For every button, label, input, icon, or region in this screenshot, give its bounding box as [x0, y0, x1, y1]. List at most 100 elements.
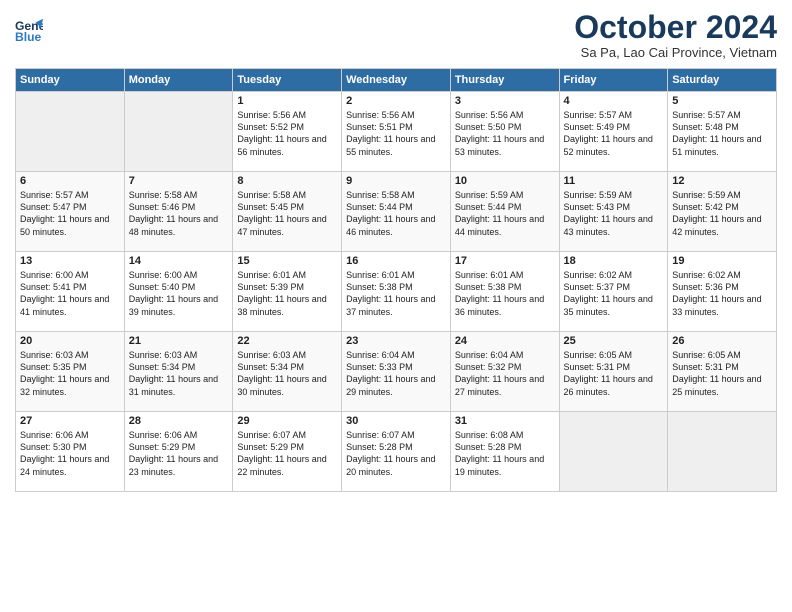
day-number: 9 [346, 175, 446, 187]
cell-info: Sunrise: 5:56 AMSunset: 5:52 PMDaylight:… [237, 109, 337, 158]
cell-info: Sunrise: 6:00 AMSunset: 5:40 PMDaylight:… [129, 269, 229, 318]
calendar-cell: 27 Sunrise: 6:06 AMSunset: 5:30 PMDaylig… [16, 412, 125, 492]
day-number: 26 [672, 335, 772, 347]
cell-info: Sunrise: 5:57 AMSunset: 5:49 PMDaylight:… [564, 109, 664, 158]
calendar-cell: 9 Sunrise: 5:58 AMSunset: 5:44 PMDayligh… [342, 172, 451, 252]
location-subtitle: Sa Pa, Lao Cai Province, Vietnam [574, 45, 777, 60]
day-number: 18 [564, 255, 664, 267]
weekday-header-monday: Monday [124, 69, 233, 92]
day-number: 10 [455, 175, 555, 187]
cell-info: Sunrise: 6:05 AMSunset: 5:31 PMDaylight:… [672, 349, 772, 398]
day-number: 28 [129, 415, 229, 427]
day-number: 1 [237, 95, 337, 107]
cell-info: Sunrise: 6:01 AMSunset: 5:38 PMDaylight:… [455, 269, 555, 318]
calendar-cell: 31 Sunrise: 6:08 AMSunset: 5:28 PMDaylig… [450, 412, 559, 492]
cell-info: Sunrise: 5:56 AMSunset: 5:50 PMDaylight:… [455, 109, 555, 158]
cell-info: Sunrise: 6:07 AMSunset: 5:28 PMDaylight:… [346, 429, 446, 478]
month-title: October 2024 [574, 10, 777, 45]
cell-info: Sunrise: 5:59 AMSunset: 5:44 PMDaylight:… [455, 189, 555, 238]
cell-info: Sunrise: 6:02 AMSunset: 5:36 PMDaylight:… [672, 269, 772, 318]
cell-info: Sunrise: 6:08 AMSunset: 5:28 PMDaylight:… [455, 429, 555, 478]
day-number: 20 [20, 335, 120, 347]
calendar-cell: 2 Sunrise: 5:56 AMSunset: 5:51 PMDayligh… [342, 92, 451, 172]
cell-info: Sunrise: 6:04 AMSunset: 5:33 PMDaylight:… [346, 349, 446, 398]
cell-info: Sunrise: 5:57 AMSunset: 5:48 PMDaylight:… [672, 109, 772, 158]
calendar-cell: 3 Sunrise: 5:56 AMSunset: 5:50 PMDayligh… [450, 92, 559, 172]
cell-info: Sunrise: 6:06 AMSunset: 5:30 PMDaylight:… [20, 429, 120, 478]
calendar-table: SundayMondayTuesdayWednesdayThursdayFrid… [15, 68, 777, 492]
calendar-week-3: 13 Sunrise: 6:00 AMSunset: 5:41 PMDaylig… [16, 252, 777, 332]
day-number: 5 [672, 95, 772, 107]
weekday-header-saturday: Saturday [668, 69, 777, 92]
day-number: 7 [129, 175, 229, 187]
calendar-cell: 8 Sunrise: 5:58 AMSunset: 5:45 PMDayligh… [233, 172, 342, 252]
calendar-cell: 15 Sunrise: 6:01 AMSunset: 5:39 PMDaylig… [233, 252, 342, 332]
cell-info: Sunrise: 5:59 AMSunset: 5:42 PMDaylight:… [672, 189, 772, 238]
logo-icon: General Blue [15, 15, 43, 43]
weekday-header-tuesday: Tuesday [233, 69, 342, 92]
cell-info: Sunrise: 6:02 AMSunset: 5:37 PMDaylight:… [564, 269, 664, 318]
cell-info: Sunrise: 6:00 AMSunset: 5:41 PMDaylight:… [20, 269, 120, 318]
calendar-cell: 20 Sunrise: 6:03 AMSunset: 5:35 PMDaylig… [16, 332, 125, 412]
calendar-cell [16, 92, 125, 172]
calendar-cell: 19 Sunrise: 6:02 AMSunset: 5:36 PMDaylig… [668, 252, 777, 332]
calendar-cell: 24 Sunrise: 6:04 AMSunset: 5:32 PMDaylig… [450, 332, 559, 412]
day-number: 15 [237, 255, 337, 267]
day-number: 6 [20, 175, 120, 187]
calendar-cell: 26 Sunrise: 6:05 AMSunset: 5:31 PMDaylig… [668, 332, 777, 412]
calendar-cell: 4 Sunrise: 5:57 AMSunset: 5:49 PMDayligh… [559, 92, 668, 172]
weekday-header-wednesday: Wednesday [342, 69, 451, 92]
calendar-cell: 21 Sunrise: 6:03 AMSunset: 5:34 PMDaylig… [124, 332, 233, 412]
title-block: October 2024 Sa Pa, Lao Cai Province, Vi… [574, 10, 777, 60]
cell-info: Sunrise: 5:58 AMSunset: 5:44 PMDaylight:… [346, 189, 446, 238]
cell-info: Sunrise: 6:03 AMSunset: 5:34 PMDaylight:… [129, 349, 229, 398]
calendar-cell: 28 Sunrise: 6:06 AMSunset: 5:29 PMDaylig… [124, 412, 233, 492]
cell-info: Sunrise: 6:03 AMSunset: 5:35 PMDaylight:… [20, 349, 120, 398]
day-number: 21 [129, 335, 229, 347]
weekday-header-friday: Friday [559, 69, 668, 92]
day-number: 11 [564, 175, 664, 187]
logo: General Blue [15, 15, 46, 43]
cell-info: Sunrise: 5:56 AMSunset: 5:51 PMDaylight:… [346, 109, 446, 158]
calendar-cell: 14 Sunrise: 6:00 AMSunset: 5:40 PMDaylig… [124, 252, 233, 332]
calendar-cell [559, 412, 668, 492]
day-number: 13 [20, 255, 120, 267]
calendar-cell: 11 Sunrise: 5:59 AMSunset: 5:43 PMDaylig… [559, 172, 668, 252]
calendar-cell: 12 Sunrise: 5:59 AMSunset: 5:42 PMDaylig… [668, 172, 777, 252]
calendar-week-1: 1 Sunrise: 5:56 AMSunset: 5:52 PMDayligh… [16, 92, 777, 172]
calendar-cell: 29 Sunrise: 6:07 AMSunset: 5:29 PMDaylig… [233, 412, 342, 492]
calendar-cell: 7 Sunrise: 5:58 AMSunset: 5:46 PMDayligh… [124, 172, 233, 252]
day-number: 22 [237, 335, 337, 347]
calendar-week-2: 6 Sunrise: 5:57 AMSunset: 5:47 PMDayligh… [16, 172, 777, 252]
page-header: General Blue October 2024 Sa Pa, Lao Cai… [15, 10, 777, 60]
cell-info: Sunrise: 6:05 AMSunset: 5:31 PMDaylight:… [564, 349, 664, 398]
calendar-cell: 18 Sunrise: 6:02 AMSunset: 5:37 PMDaylig… [559, 252, 668, 332]
day-number: 30 [346, 415, 446, 427]
cell-info: Sunrise: 6:03 AMSunset: 5:34 PMDaylight:… [237, 349, 337, 398]
day-number: 14 [129, 255, 229, 267]
calendar-cell: 10 Sunrise: 5:59 AMSunset: 5:44 PMDaylig… [450, 172, 559, 252]
day-number: 27 [20, 415, 120, 427]
calendar-cell: 25 Sunrise: 6:05 AMSunset: 5:31 PMDaylig… [559, 332, 668, 412]
calendar-cell: 6 Sunrise: 5:57 AMSunset: 5:47 PMDayligh… [16, 172, 125, 252]
weekday-header-row: SundayMondayTuesdayWednesdayThursdayFrid… [16, 69, 777, 92]
day-number: 4 [564, 95, 664, 107]
calendar-cell: 5 Sunrise: 5:57 AMSunset: 5:48 PMDayligh… [668, 92, 777, 172]
svg-text:Blue: Blue [15, 30, 42, 43]
calendar-cell: 13 Sunrise: 6:00 AMSunset: 5:41 PMDaylig… [16, 252, 125, 332]
cell-info: Sunrise: 5:59 AMSunset: 5:43 PMDaylight:… [564, 189, 664, 238]
cell-info: Sunrise: 5:57 AMSunset: 5:47 PMDaylight:… [20, 189, 120, 238]
day-number: 2 [346, 95, 446, 107]
weekday-header-sunday: Sunday [16, 69, 125, 92]
day-number: 16 [346, 255, 446, 267]
day-number: 31 [455, 415, 555, 427]
cell-info: Sunrise: 6:01 AMSunset: 5:39 PMDaylight:… [237, 269, 337, 318]
cell-info: Sunrise: 6:07 AMSunset: 5:29 PMDaylight:… [237, 429, 337, 478]
calendar-week-5: 27 Sunrise: 6:06 AMSunset: 5:30 PMDaylig… [16, 412, 777, 492]
calendar-cell: 1 Sunrise: 5:56 AMSunset: 5:52 PMDayligh… [233, 92, 342, 172]
cell-info: Sunrise: 5:58 AMSunset: 5:45 PMDaylight:… [237, 189, 337, 238]
day-number: 3 [455, 95, 555, 107]
day-number: 12 [672, 175, 772, 187]
day-number: 29 [237, 415, 337, 427]
calendar-cell [668, 412, 777, 492]
